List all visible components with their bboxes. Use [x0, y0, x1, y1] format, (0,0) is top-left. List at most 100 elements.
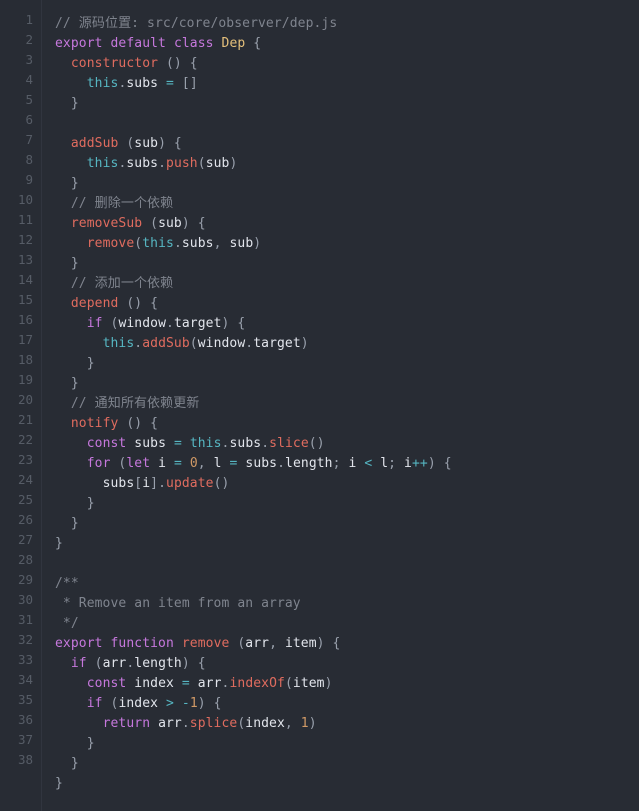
line-number: 37 — [17, 732, 33, 747]
code-line: } — [55, 176, 79, 191]
code-line: constructor () { — [70, 56, 198, 71]
keyword-token: function — [110, 636, 174, 651]
code-line: for (let i = 0, l = subs.length; i < l; … — [86, 456, 452, 471]
line-number: 12 — [17, 232, 33, 247]
line-number: 11 — [17, 212, 33, 227]
code-line: // 添加一个依赖 — [55, 274, 639, 294]
code-line: if (arr.length) { — [70, 656, 206, 671]
code-line: // 通知所有依赖更新 — [55, 394, 639, 414]
comment-token: // 通知所有依赖更新 — [70, 396, 200, 411]
code-line: if (window.target) { — [86, 316, 246, 331]
keyword-token: default — [110, 36, 166, 51]
line-number: 22 — [17, 432, 33, 447]
line-number: 14 — [17, 272, 33, 287]
keyword-token: for — [86, 456, 111, 471]
keyword-token: if — [86, 696, 103, 711]
code-line: removeSub (sub) { — [70, 216, 206, 231]
code-line: this.addSub(window.target) — [102, 336, 309, 351]
line-number: 34 — [17, 672, 33, 687]
code-line: } — [55, 776, 63, 791]
comment-token: // 删除一个依赖 — [70, 196, 174, 211]
code-line: * Remove an item from an array — [55, 594, 639, 614]
line-number: 16 — [17, 312, 33, 327]
keyword-token: export — [55, 36, 103, 51]
line-number: 21 — [17, 412, 33, 427]
code-line: } — [55, 536, 63, 551]
keyword-token: class — [173, 36, 214, 51]
line-number: 35 — [17, 692, 33, 707]
function-call-token: remove — [86, 236, 135, 251]
line-number: 30 — [17, 592, 33, 607]
line-number: 36 — [17, 712, 33, 727]
comment-token: // 添加一个依赖 — [70, 276, 174, 291]
keyword-token: if — [70, 656, 87, 671]
number-token: 1 — [300, 716, 309, 731]
line-number: 27 — [17, 532, 33, 547]
comment-token: * Remove an item from an array — [55, 596, 301, 611]
code-line: const subs = this.subs.slice() — [86, 436, 325, 451]
line-number: 8 — [25, 152, 33, 167]
method-name-token: depend — [70, 296, 119, 311]
line-number: 25 — [17, 492, 33, 507]
code-line: if (index > -1) { — [86, 696, 222, 711]
code-line: export function remove (arr, item) { — [55, 636, 341, 651]
line-number: 32 — [17, 632, 33, 647]
code-line: this.subs.push(sub) — [86, 156, 238, 171]
comment-token: /** — [55, 576, 79, 591]
line-number: 5 — [25, 92, 33, 107]
code-line: notify () { — [70, 416, 159, 431]
code-viewer: 1 2 3 4 5 6 7 8 9 10 11 12 13 14 15 16 1… — [0, 0, 639, 811]
method-name-token: notify — [70, 416, 119, 431]
line-number: 15 — [17, 292, 33, 307]
line-number: 1 — [25, 12, 33, 27]
code-line: this.subs = [] — [86, 76, 198, 91]
this-token: this — [102, 336, 135, 351]
code-line: remove(this.subs, sub) — [86, 236, 262, 251]
code-line: } — [55, 736, 95, 751]
code-line: } — [55, 96, 79, 111]
line-number-gutter: 1 2 3 4 5 6 7 8 9 10 11 12 13 14 15 16 1… — [0, 0, 42, 811]
line-number: 24 — [17, 472, 33, 487]
code-line: const index = arr.indexOf(item) — [86, 676, 333, 691]
keyword-token: const — [86, 676, 127, 691]
keyword-token: const — [86, 436, 127, 451]
code-line: // 删除一个依赖 — [55, 194, 639, 214]
line-number: 2 — [25, 32, 33, 47]
line-number: 7 — [25, 132, 33, 147]
code-line: } — [55, 256, 79, 271]
code-line: /** — [55, 574, 639, 594]
code-line: } — [55, 376, 79, 391]
line-number: 6 — [25, 112, 33, 127]
line-number: 18 — [17, 352, 33, 367]
code-content[interactable]: // 源码位置: src/core/observer/dep.js export… — [42, 0, 639, 811]
line-number: 26 — [17, 512, 33, 527]
code-line: subs[i].update() — [102, 476, 230, 491]
code-line: */ — [55, 614, 639, 634]
keyword-token: return — [102, 716, 151, 731]
code-line: export default class Dep { — [55, 36, 262, 51]
line-number: 13 — [17, 252, 33, 267]
code-line: // 源码位置: src/core/observer/dep.js — [55, 14, 639, 34]
class-name-token: Dep — [221, 36, 246, 51]
comment-token: */ — [55, 616, 79, 631]
line-number: 3 — [25, 52, 33, 67]
line-number: 19 — [17, 372, 33, 387]
line-number: 38 — [17, 752, 33, 767]
code-line: } — [55, 356, 95, 371]
comment-token: // 源码位置: src/core/observer/dep.js — [55, 16, 338, 31]
line-number: 31 — [17, 612, 33, 627]
number-token: 1 — [189, 696, 198, 711]
line-number: 23 — [17, 452, 33, 467]
line-number: 20 — [17, 392, 33, 407]
code-line: } — [55, 496, 95, 511]
code-line: addSub (sub) { — [70, 136, 182, 151]
keyword-token: export — [55, 636, 103, 651]
method-name-token: removeSub — [70, 216, 143, 231]
code-line: return arr.splice(index, 1) — [102, 716, 317, 731]
code-line: depend () { — [70, 296, 159, 311]
line-number: 29 — [17, 572, 33, 587]
line-number: 28 — [17, 552, 33, 567]
line-number: 10 — [17, 192, 33, 207]
